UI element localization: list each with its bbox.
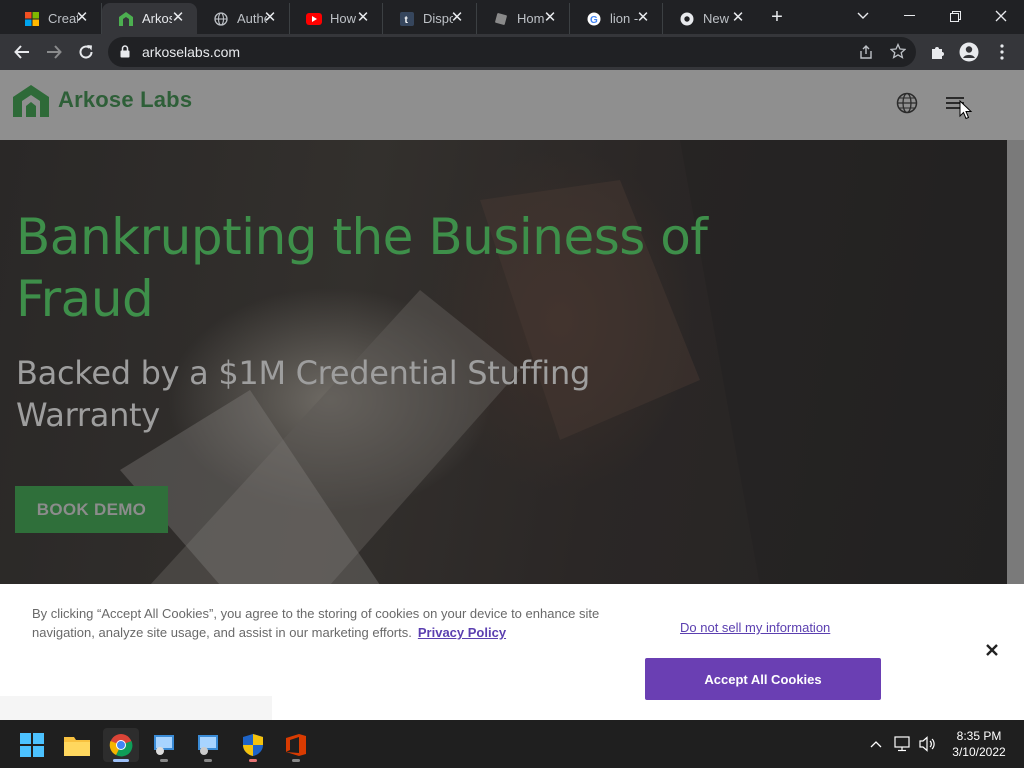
close-tab-icon[interactable]: ✕ [73, 9, 91, 27]
close-tab-icon[interactable]: ✕ [634, 9, 652, 27]
language-globe-icon[interactable] [896, 92, 918, 119]
windows-start-icon[interactable] [14, 728, 50, 762]
active-indicator [113, 759, 129, 762]
svg-text:G: G [590, 15, 598, 26]
network-icon[interactable] [893, 734, 913, 754]
clock-time: 8:35 PM [956, 729, 1002, 743]
tab-4[interactable]: t Dispo ✕ [383, 3, 477, 34]
extensions-icon[interactable] [926, 40, 950, 64]
google-icon: G [586, 11, 602, 27]
control-panel-icon[interactable] [146, 728, 182, 762]
running-indicator [249, 759, 257, 762]
arkose-logo-icon[interactable] [12, 84, 50, 123]
close-tab-icon[interactable]: ✕ [354, 9, 372, 27]
tab-strip: Creat ✕ Arkos ✕ Authe ✕ How ✕ t Dispo ✕ … [0, 0, 1024, 34]
book-demo-button[interactable]: BOOK DEMO [15, 486, 168, 533]
clock-date: 3/10/2022 [952, 745, 1006, 759]
tumblr-icon: t [399, 11, 415, 27]
security-shield-icon[interactable] [235, 728, 271, 762]
running-indicator [204, 759, 212, 762]
new-tab-icon[interactable]: + [766, 6, 788, 28]
windows-taskbar: 8:35 PM 3/10/2022 [0, 720, 1024, 768]
do-not-sell-link[interactable]: Do not sell my information [680, 620, 830, 635]
tab-7[interactable]: New ✕ [663, 3, 757, 34]
close-tab-icon[interactable]: ✕ [448, 9, 466, 27]
share-icon[interactable] [858, 44, 874, 65]
site-header: Arkose Labs [0, 70, 1024, 140]
menu-kebab-icon[interactable] [990, 40, 1014, 64]
youtube-icon [306, 11, 322, 27]
logo-text[interactable]: Arkose Labs [58, 87, 192, 113]
minimize-icon[interactable] [886, 0, 932, 32]
tab-3[interactable]: How ✕ [290, 3, 383, 34]
accept-all-cookies-button[interactable]: Accept All Cookies [645, 658, 881, 700]
chrome-taskbar-icon[interactable] [103, 728, 139, 762]
cookie-message: By clicking “Accept All Cookies”, you ag… [32, 604, 612, 642]
back-icon[interactable] [10, 40, 34, 64]
close-tab-icon[interactable]: ✕ [541, 9, 559, 27]
address-bar[interactable]: arkoselabs.com [108, 37, 916, 67]
hero-subtitle: Backed by a $1M Credential Stuffing Warr… [16, 354, 590, 434]
arkose-icon [118, 11, 134, 27]
tab-0[interactable]: Creat ✕ [8, 3, 102, 34]
running-indicator [160, 759, 168, 762]
reload-icon[interactable] [74, 40, 98, 64]
tab-title: Arkos [142, 11, 172, 26]
forward-icon[interactable] [42, 40, 66, 64]
url-text: arkoselabs.com [142, 44, 241, 60]
hero-section: Bankrupting the Business of Fraud Backed… [0, 140, 1007, 585]
network-settings-icon[interactable] [190, 728, 226, 762]
profile-icon[interactable] [957, 40, 981, 64]
cookie-banner: By clicking “Accept All Cookies”, you ag… [0, 584, 1024, 720]
bookmark-star-icon[interactable] [889, 42, 907, 64]
tab-2[interactable]: Authe ✕ [197, 3, 290, 34]
volume-icon[interactable] [918, 734, 938, 754]
chrome-icon [679, 11, 695, 27]
mouse-cursor-icon [959, 99, 973, 125]
tab-5[interactable]: Hom ✕ [477, 3, 570, 34]
cookie-text: By clicking “Accept All Cookies”, you ag… [32, 606, 600, 640]
tab-6[interactable]: G lion - ✕ [570, 3, 663, 34]
close-tab-icon[interactable]: ✕ [729, 9, 747, 27]
system-clock[interactable]: 8:35 PM 3/10/2022 [944, 728, 1014, 760]
globe-icon [213, 11, 229, 27]
close-window-icon[interactable] [978, 0, 1024, 32]
chevron-up-icon[interactable] [866, 734, 886, 754]
page-scrollbar[interactable] [1007, 140, 1024, 585]
restore-icon[interactable] [932, 0, 978, 32]
close-icon[interactable] [980, 638, 1004, 662]
file-explorer-icon[interactable] [59, 728, 95, 762]
close-tab-icon[interactable]: ✕ [261, 9, 279, 27]
faded-strip [0, 696, 272, 720]
lock-icon[interactable] [120, 45, 130, 63]
running-indicator [292, 759, 300, 762]
tab-search-icon[interactable] [840, 0, 886, 32]
privacy-policy-link[interactable]: Privacy Policy [418, 625, 506, 640]
page-icon [493, 11, 509, 27]
hero-title: Bankrupting the Business of Fraud [16, 208, 708, 328]
browser-toolbar: arkoselabs.com [0, 34, 1024, 70]
office-icon[interactable] [278, 728, 314, 762]
tab-1[interactable]: Arkos ✕ [102, 3, 197, 34]
close-tab-icon[interactable]: ✕ [169, 9, 187, 27]
web-page: Arkose Labs Bankrupting the Business of … [0, 70, 1024, 720]
microsoft-icon [24, 11, 40, 27]
